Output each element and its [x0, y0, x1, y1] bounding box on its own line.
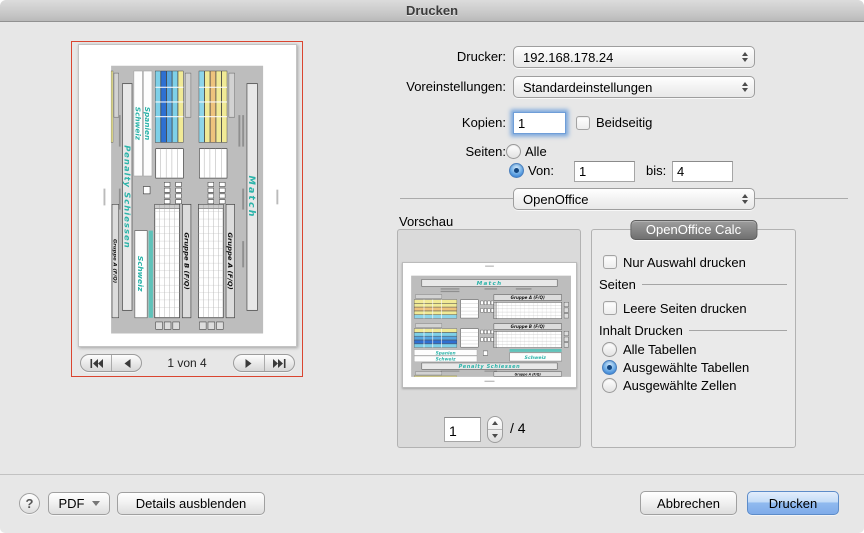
stepper-down-icon: [492, 434, 498, 438]
page-number-stepper: [487, 416, 503, 443]
selected-cells-label: Ausgewählte Zellen: [623, 378, 736, 394]
printer-popup-value: 192.168.178.24: [523, 50, 613, 65]
title-bar: Drucken: [0, 0, 864, 22]
sheet-schweiz-box-label: Schweiz: [525, 355, 547, 361]
preview-navigation: 1 von 4: [72, 354, 302, 372]
copies-input[interactable]: [513, 112, 566, 134]
help-icon: ?: [26, 496, 34, 511]
cancel-button[interactable]: Abbrechen: [640, 491, 737, 515]
hide-details-label: Details ausblenden: [136, 496, 247, 511]
presets-label: Voreinstellungen:: [330, 76, 506, 98]
app-options-popup-value: OpenOffice: [523, 192, 589, 207]
mini-spreadsheet-thumbnail: Match Gruppe A (F/Q): [95, 52, 281, 342]
duplex-label: Beidseitig: [596, 112, 652, 134]
page-from-input[interactable]: [574, 161, 635, 182]
pages-from-radio[interactable]: [509, 163, 524, 178]
print-selection-checkbox[interactable]: [603, 255, 617, 269]
all-sheets-label: Alle Tabellen: [623, 342, 696, 358]
selected-sheets-label: Ausgewählte Tabellen: [623, 360, 749, 376]
stepper-up-button[interactable]: [488, 417, 502, 429]
sheet-group-a-bottom-label: Gruppe A (F/Q): [111, 238, 117, 282]
sheet-group-b-label: Gruppe B (F/Q): [511, 324, 545, 329]
pages-label: Seiten:: [330, 141, 506, 163]
next-page-icon: [244, 359, 254, 368]
selected-sheets-radio[interactable]: [602, 360, 617, 375]
pdf-button-label: PDF: [59, 496, 85, 511]
last-page-icon: [273, 359, 286, 368]
sheet-spanien-label: Spanien: [436, 350, 456, 356]
printer-popup[interactable]: 192.168.178.24: [513, 46, 755, 68]
calc-options-panel: OpenOffice Calc Nur Auswahl drucken Seit…: [591, 229, 796, 448]
print-dialog: Drucken Match Gruppe A (F/Q): [0, 0, 864, 533]
copies-label: Kopien:: [330, 112, 506, 134]
print-selection-label: Nur Auswahl drucken: [623, 255, 746, 271]
pages-to-label: bis:: [646, 160, 666, 182]
dialog-title: Drucken: [406, 3, 458, 18]
sheet-group-a-bottom-label: Gruppe A (F/Q): [515, 372, 542, 376]
vorschau-page-preview: Match Gruppe A (F/Q): [402, 262, 577, 388]
sheet-schweiz-box-label: Schweiz: [136, 255, 145, 291]
popup-arrows-icon: [742, 82, 748, 92]
selected-cells-radio[interactable]: [602, 378, 617, 393]
sheet-title-match: Match: [246, 175, 255, 218]
cancel-button-label: Abbrechen: [657, 496, 720, 511]
printer-label: Drucker:: [330, 46, 506, 68]
stepper-down-button[interactable]: [488, 429, 502, 442]
sheet-group-a-label: Gruppe A (F/Q): [226, 232, 234, 289]
sheet-group-b-label: Gruppe B (F/Q): [182, 232, 190, 289]
content-section-header: Inhalt Drucken: [599, 322, 787, 338]
presets-popup[interactable]: Standardeinstellungen: [513, 76, 755, 98]
vorschau-panel: Match Gruppe A (F/Q): [397, 229, 581, 448]
sheet-schweiz-label: Schweiz: [436, 357, 456, 363]
footer-separator: [0, 474, 864, 475]
sheet-schweiz-label: Schweiz: [133, 106, 141, 140]
rotated-sheet-preview: Match Gruppe A (F/Q): [95, 52, 281, 342]
sheet-title-match: Match: [477, 281, 503, 287]
section-rule: [689, 330, 787, 331]
pages-section-label: Seiten: [599, 277, 636, 292]
sheet-spanien-label: Spanien: [142, 106, 150, 139]
sheet-penalty-label: Penalty Schiessen: [122, 145, 131, 249]
pdf-menu-button[interactable]: PDF: [48, 492, 110, 515]
calc-panel-title: OpenOffice Calc: [630, 220, 757, 240]
app-options-popup[interactable]: OpenOffice: [513, 188, 755, 210]
sheet-penalty-label: Penalty Schiessen: [459, 364, 521, 370]
print-empty-pages-label: Leere Seiten drucken: [623, 301, 747, 317]
print-button[interactable]: Drucken: [747, 491, 839, 515]
mini-spreadsheet-preview: Match Gruppe A (F/Q): [403, 263, 576, 387]
print-empty-pages-checkbox[interactable]: [603, 301, 617, 315]
popup-arrows-icon: [742, 52, 748, 62]
all-sheets-radio[interactable]: [602, 342, 617, 357]
presets-popup-value: Standardeinstellungen: [523, 80, 652, 95]
next-page-button[interactable]: [234, 355, 264, 371]
duplex-checkbox[interactable]: [576, 116, 590, 130]
pages-all-radio[interactable]: [506, 144, 521, 159]
pages-section-header: Seiten: [599, 276, 787, 292]
help-button[interactable]: ?: [19, 493, 40, 514]
page-number-input[interactable]: [444, 417, 481, 442]
stepper-up-icon: [492, 421, 498, 425]
pages-from-label: Von:: [528, 160, 554, 182]
page-total-label: / 4: [510, 420, 526, 436]
section-rule: [642, 284, 787, 285]
popup-arrows-icon: [742, 194, 748, 204]
nav-forward-group: [233, 354, 295, 372]
page-to-input[interactable]: [672, 161, 733, 182]
hide-details-button[interactable]: Details ausblenden: [117, 492, 265, 515]
content-section-label: Inhalt Drucken: [599, 323, 683, 338]
pdf-menu-arrow-icon: [92, 501, 100, 506]
last-page-button[interactable]: [264, 355, 294, 371]
print-button-label: Drucken: [769, 496, 817, 511]
preview-page-thumbnail: Match Gruppe A (F/Q): [78, 44, 297, 347]
sheet-group-a-label: Gruppe A (F/Q): [511, 295, 545, 300]
print-preview-widget: Match Gruppe A (F/Q): [71, 41, 303, 377]
